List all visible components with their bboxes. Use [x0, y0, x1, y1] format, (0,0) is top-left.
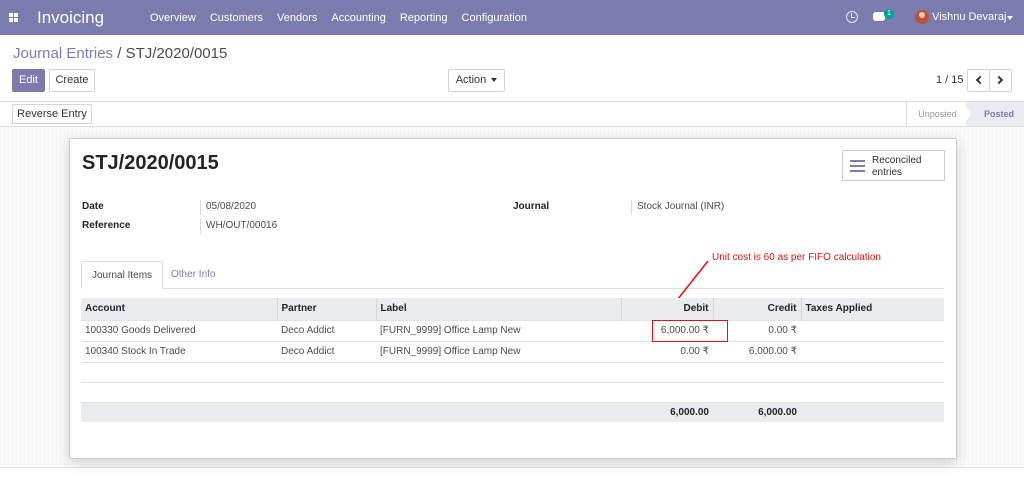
cell-account: 100330 Goods Delivered	[81, 319, 277, 341]
cell-partner: Deco Addict	[277, 340, 376, 362]
col-taxes[interactable]: Taxes Applied	[801, 298, 944, 320]
col-partner[interactable]: Partner	[277, 298, 377, 320]
total-credit: 6,000.00	[713, 401, 801, 422]
table-row[interactable]: 100330 Goods Delivered Deco Addict [FURN…	[81, 319, 944, 341]
breadcrumb-journal-entries[interactable]: Journal Entries	[13, 45, 113, 62]
cell-credit: 6,000.00 ₹	[713, 340, 801, 362]
main-menu: Overview Customers Vendors Accounting Re…	[150, 0, 541, 35]
caret-down-icon[interactable]	[1007, 16, 1013, 20]
cell-account: 100340 Stock In Trade	[81, 340, 277, 362]
reverse-entry-button[interactable]: Reverse Entry	[12, 104, 92, 124]
chevron-right-icon	[994, 75, 1004, 85]
annotation-highlight-box	[652, 320, 728, 342]
cell-label: [FURN_9999] Office Lamp New	[376, 319, 621, 341]
total-debit: 6,000.00	[621, 401, 713, 422]
pager-previous-button[interactable]	[967, 69, 990, 92]
create-button[interactable]: Create	[49, 69, 95, 92]
action-label: Action	[455, 74, 487, 86]
stage-posted[interactable]: Posted	[966, 102, 1024, 126]
menu-customers[interactable]: Customers	[210, 12, 263, 24]
chat-badge: 1	[884, 9, 894, 19]
table-row[interactable]: 100340 Stock In Trade Deco Addict [FURN_…	[81, 340, 944, 362]
menu-reporting[interactable]: Reporting	[400, 12, 448, 24]
top-navbar: Invoicing Overview Customers Vendors Acc…	[0, 0, 1024, 35]
col-account[interactable]: Account	[81, 298, 278, 320]
cell-taxes	[801, 319, 944, 341]
totals-row: 6,000.00 6,000.00	[81, 401, 944, 422]
breadcrumb: Journal Entries / STJ/2020/0015	[13, 45, 227, 62]
form-sheet: STJ/2020/0015 Reconciled entries Date 05…	[69, 138, 957, 459]
cell-label: [FURN_9999] Office Lamp New	[376, 340, 621, 362]
menu-accounting[interactable]: Accounting	[331, 12, 385, 24]
table-header-row: Account Partner Label Debit Credit Taxes…	[81, 298, 944, 320]
activity-clock-icon[interactable]	[846, 11, 858, 23]
edit-button[interactable]: Edit	[12, 69, 45, 92]
pager-value[interactable]: 1 / 15	[936, 74, 964, 86]
status-bar: Reverse Entry Unposted Posted	[0, 101, 1024, 127]
col-label[interactable]: Label	[376, 298, 622, 320]
cell-debit: 0.00 ₹	[621, 340, 713, 362]
breadcrumb-current: STJ/2020/0015	[125, 45, 228, 62]
app-title[interactable]: Invoicing	[37, 8, 104, 28]
stage-arrow	[963, 102, 971, 126]
breadcrumb-separator: /	[117, 45, 122, 62]
caret-down-icon	[491, 78, 498, 83]
menu-configuration[interactable]: Configuration	[462, 12, 527, 24]
empty-row	[81, 361, 944, 382]
col-debit[interactable]: Debit	[621, 298, 714, 320]
chevron-left-icon	[975, 75, 985, 85]
menu-overview[interactable]: Overview	[150, 12, 196, 24]
apps-grid-icon[interactable]	[9, 13, 18, 22]
journal-items-table: Account Partner Label Debit Credit Taxes…	[81, 298, 944, 422]
cell-partner: Deco Addict	[277, 319, 376, 341]
stage-unposted[interactable]: Unposted	[906, 102, 968, 126]
avatar[interactable]	[915, 10, 929, 24]
menu-vendors[interactable]: Vendors	[277, 12, 317, 24]
col-credit[interactable]: Credit	[713, 298, 802, 320]
user-menu[interactable]: Vishnu Devaraj	[932, 11, 1006, 23]
cell-taxes	[801, 340, 944, 362]
pager-next-button[interactable]	[989, 69, 1012, 92]
action-dropdown[interactable]: Action	[448, 69, 505, 92]
empty-row	[81, 381, 944, 402]
